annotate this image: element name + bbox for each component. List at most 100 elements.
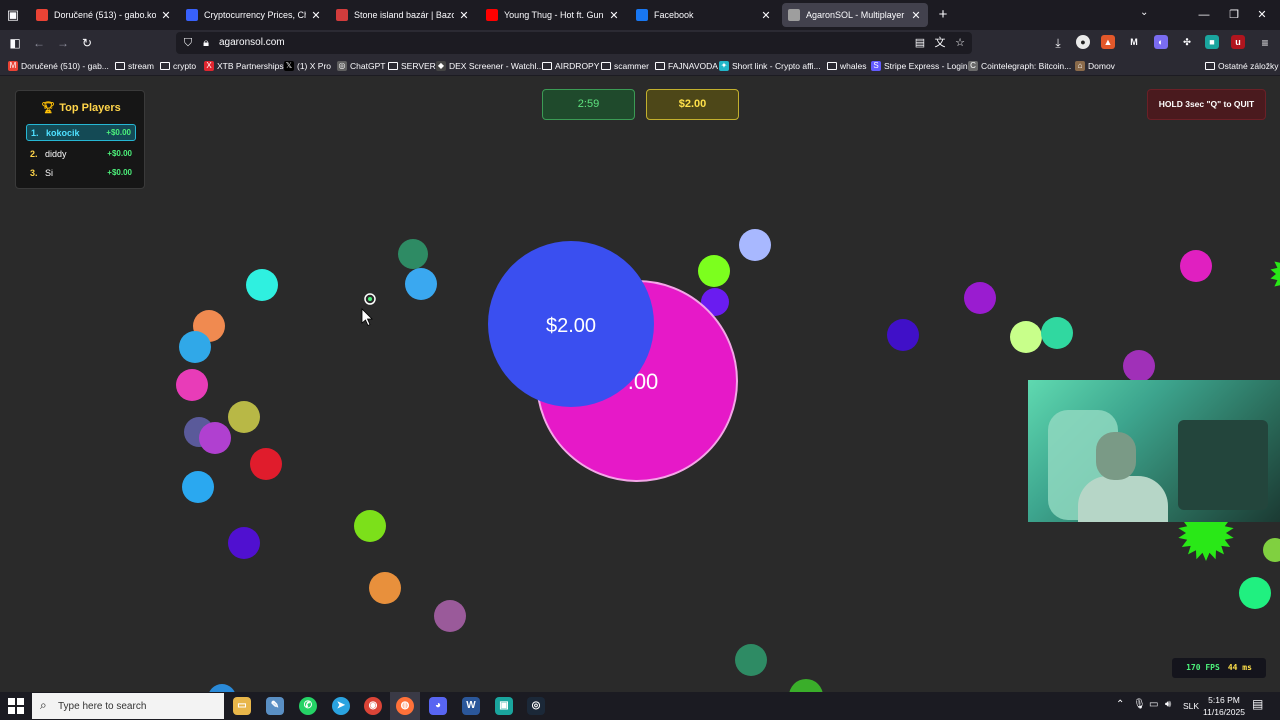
tab-close-icon[interactable]: ✕: [458, 9, 470, 22]
food-pellet: [354, 510, 386, 542]
extension-teal-icon[interactable]: ■: [1205, 35, 1219, 49]
folder-icon: [542, 62, 552, 70]
bookmark-folder[interactable]: crypto: [160, 59, 196, 73]
translate-icon[interactable]: 文: [932, 35, 948, 51]
food-pellet: [887, 319, 919, 351]
address-bar[interactable]: ⛉ 🔒︎ agaronsol.com ▤ 文 ☆: [176, 32, 972, 54]
bookmark-item[interactable]: ◎ ChatGPT: [337, 59, 385, 73]
extensions-puzzle-icon[interactable]: ✣: [1180, 35, 1194, 49]
webcam-person-head: [1096, 432, 1136, 480]
firefox-icon[interactable]: ◍: [396, 697, 414, 715]
back-button[interactable]: ←: [30, 34, 48, 52]
bookmark-label: whales: [840, 61, 867, 71]
close-window-button[interactable]: ✕: [1252, 5, 1272, 25]
folder-icon: [601, 62, 611, 70]
microphone-icon[interactable]: 🎙︎: [1133, 699, 1146, 710]
bookmark-item[interactable]: X XTB Partnerships: [204, 59, 284, 73]
food-pellet: [398, 239, 428, 269]
discord-icon[interactable]: ◕: [429, 697, 447, 715]
bookmark-item[interactable]: ✦ Short link - Crypto affi...: [719, 59, 821, 73]
tray-overflow-chevron-icon[interactable]: ⌃: [1116, 699, 1124, 710]
fps-counter: 170 FPS: [1186, 663, 1220, 672]
food-pellet: [246, 269, 278, 301]
folder-icon: [388, 62, 398, 70]
file-explorer-icon[interactable]: ▭: [233, 697, 251, 715]
quit-button[interactable]: HOLD 3sec "Q" to QUIT: [1147, 89, 1266, 120]
bookmark-folder[interactable]: FAJNAVODA: [655, 59, 718, 73]
word-icon[interactable]: W: [462, 697, 480, 715]
reader-view-icon[interactable]: ▤: [912, 35, 928, 51]
restore-button[interactable]: ❐: [1224, 5, 1244, 25]
metamask-extension-icon[interactable]: ▲: [1101, 35, 1115, 49]
food-pellet: [698, 255, 730, 287]
forward-button[interactable]: →: [54, 34, 72, 52]
minimize-button[interactable]: —: [1194, 5, 1214, 25]
list-all-tabs-chevron-icon[interactable]: ⌄: [1140, 7, 1148, 18]
browser-tab[interactable]: AgaronSOL - Multiplayer Battle ✕: [782, 3, 928, 27]
bookmark-folder[interactable]: AIRDROPY: [542, 59, 599, 73]
food-pellet: [1263, 538, 1280, 562]
bookmark-label: Short link - Crypto affi...: [732, 61, 821, 71]
sidebar-toggle-icon[interactable]: ◧: [6, 34, 24, 52]
tab-list-icon[interactable]: ▣: [4, 6, 22, 24]
notification-center-icon[interactable]: ▤: [1252, 697, 1263, 711]
browser-tab[interactable]: Doručené (513) - gabo.kopcek@ ✕: [30, 3, 178, 27]
bookmark-folder[interactable]: scammer: [601, 59, 649, 73]
whatsapp-icon[interactable]: ✆: [299, 697, 317, 715]
tab-close-icon[interactable]: ✕: [910, 9, 922, 22]
paint-icon[interactable]: ✎: [266, 697, 284, 715]
xtb-icon: X: [204, 61, 214, 71]
phantom-extension-icon[interactable]: ◐: [1154, 35, 1168, 49]
account-icon[interactable]: ●: [1076, 35, 1090, 49]
bookmark-star-icon[interactable]: ☆: [952, 35, 968, 51]
browser-tab[interactable]: Facebook ✕: [630, 3, 778, 27]
browser-tab[interactable]: Stone island bazár | Bazos.sk ✕: [330, 3, 476, 27]
ublock-origin-icon[interactable]: u: [1231, 35, 1245, 49]
game-viewport[interactable]: .00 $2.00 🏆︎ Top Players 1. kokocik +$0.0…: [0, 76, 1280, 692]
player-rank: 2.: [30, 149, 38, 159]
bookmark-folder[interactable]: stream: [115, 59, 154, 73]
food-pellet: [739, 229, 771, 261]
tab-close-icon[interactable]: ✕: [310, 9, 322, 22]
steam-icon[interactable]: ◎: [527, 697, 545, 715]
url-text[interactable]: agaronsol.com: [219, 37, 285, 48]
browser-tab[interactable]: Cryptocurrency Prices, Charts A ✕: [180, 3, 328, 27]
aim-target-dot: [368, 297, 372, 301]
site-info-lock-icon[interactable]: 🔒︎: [198, 35, 214, 51]
app-menu-icon[interactable]: ≡: [1256, 34, 1274, 52]
browser-tab-strip: ▣ Doručené (513) - gabo.kopcek@✕Cryptocu…: [0, 0, 1280, 30]
bookmark-item[interactable]: ⌂ Domov: [1075, 59, 1115, 73]
bookmark-folder[interactable]: SERVER: [388, 59, 436, 73]
downloads-icon[interactable]: ⤓: [1049, 34, 1067, 52]
tab-close-icon[interactable]: ✕: [160, 9, 172, 22]
app-icon[interactable]: ▣: [495, 697, 513, 715]
extension-m-icon[interactable]: M: [1127, 35, 1141, 49]
bookmark-item[interactable]: ◆ DEX Screener - Watchl...: [436, 59, 544, 73]
player-name: kokocik: [46, 128, 80, 138]
telegram-icon[interactable]: ➤: [332, 697, 350, 715]
browser-tab[interactable]: Young Thug - Hot ft. Gunna ✕: [480, 3, 626, 27]
leaderboard-title: 🏆︎ Top Players: [16, 101, 146, 114]
tab-close-icon[interactable]: ✕: [760, 9, 772, 22]
bookmark-item[interactable]: M Doručené (510) - gab...: [8, 59, 109, 73]
volume-icon[interactable]: 🔊︎: [1165, 699, 1171, 710]
other-bookmarks-folder[interactable]: Ostatné záložky: [1205, 59, 1278, 73]
chrome-icon[interactable]: ◉: [364, 697, 382, 715]
taskbar-clock[interactable]: 5:16 PM 11/16/2025: [1198, 694, 1250, 718]
bookmark-label: FAJNAVODA: [668, 61, 718, 71]
bookmark-item[interactable]: 𝕏 (1) X Pro: [284, 59, 331, 73]
tracking-protection-shield-icon[interactable]: ⛉: [180, 35, 196, 51]
player-rank: 3.: [30, 168, 38, 178]
windows-start-button[interactable]: [8, 698, 24, 714]
tab-close-icon[interactable]: ✕: [608, 9, 620, 22]
player-rank: 1.: [31, 128, 39, 138]
language-indicator[interactable]: SLK: [1183, 701, 1199, 711]
reload-button[interactable]: ↻: [78, 34, 96, 52]
network-icon[interactable]: ▭: [1149, 699, 1158, 710]
bookmark-folder[interactable]: whales: [827, 59, 866, 73]
taskbar-search-box[interactable]: ⌕ Type here to search: [32, 693, 224, 719]
bookmark-item[interactable]: S Stripe Express - Login: [871, 59, 968, 73]
bookmark-item[interactable]: C Cointelegraph: Bitcoin...: [968, 59, 1071, 73]
balance-display: $2.00: [646, 89, 739, 120]
new-tab-button[interactable]: +: [934, 6, 952, 24]
